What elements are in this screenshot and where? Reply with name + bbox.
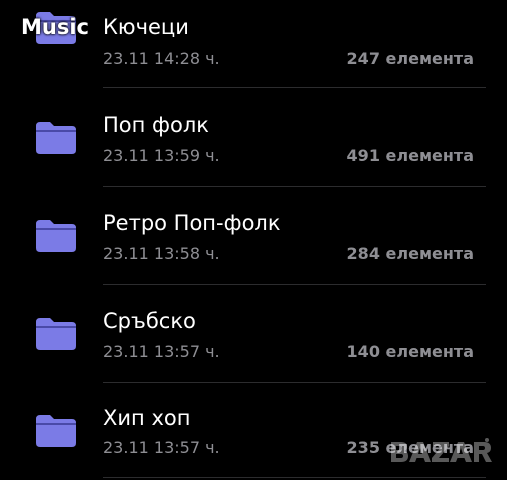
folder-item-count: 284 елемента — [346, 244, 474, 263]
folder-row[interactable]: Сръбско 23.11 13:57 ч. 140 елемента — [0, 285, 507, 383]
folder-date: 23.11 13:57 ч. — [103, 342, 220, 361]
folder-item-count: 491 елемента — [346, 146, 474, 165]
folder-name: Кючеци — [103, 15, 189, 39]
folder-name: Поп фолк — [103, 113, 209, 137]
folder-icon — [34, 218, 78, 252]
folder-name: Хип хоп — [103, 406, 191, 430]
folder-row[interactable]: Поп фолк 23.11 13:59 ч. 491 елемента — [0, 88, 507, 186]
folder-icon — [34, 413, 78, 447]
folder-list: Кючеци 23.11 14:28 ч. 247 елемента Поп ф… — [0, 0, 507, 480]
folder-row[interactable]: Ретро Поп-фолк 23.11 13:58 ч. 284 елемен… — [0, 187, 507, 285]
folder-item-count: 247 елемента — [346, 49, 474, 68]
folder-date: 23.11 13:58 ч. — [103, 244, 220, 263]
folder-date: 23.11 13:57 ч. — [103, 438, 220, 457]
folder-icon — [34, 120, 78, 154]
folder-icon — [34, 316, 78, 350]
folder-name: Ретро Поп-фолк — [103, 211, 281, 235]
app-title: Music — [21, 15, 89, 39]
folder-date: 23.11 14:28 ч. — [103, 49, 220, 68]
folder-date: 23.11 13:59 ч. — [103, 146, 220, 165]
folder-item-count: 140 елемента — [346, 342, 474, 361]
folder-name: Сръбско — [103, 309, 196, 333]
divider — [103, 477, 486, 478]
watermark-logo — [387, 436, 497, 468]
